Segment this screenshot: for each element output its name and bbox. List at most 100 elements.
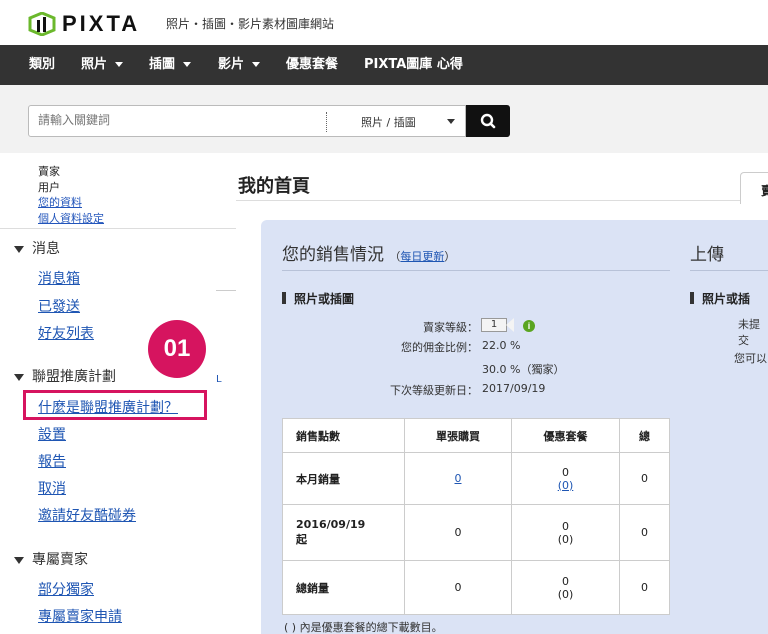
daily-update-link[interactable]: 每日更新 — [400, 250, 444, 263]
nav-illustrations[interactable]: 插圖 — [149, 45, 192, 85]
page-title: 我的首頁 — [238, 176, 310, 197]
sidebar-item-exclusive-apply[interactable]: 專屬賣家申請 — [38, 606, 122, 626]
table-row: 2016/09/19 起 0 0 (0) 0 — [282, 504, 670, 561]
chevron-down-icon — [252, 62, 261, 67]
triangle-down-icon — [14, 556, 24, 564]
logo-text: PIXTA — [62, 11, 141, 36]
search-button[interactable] — [466, 105, 510, 137]
single-cell: 0 — [404, 452, 512, 505]
col-header: 總 — [619, 418, 670, 453]
total-cell: 0 — [619, 560, 670, 615]
commission-value: 22.0 % — [482, 339, 521, 352]
chevron-down-icon — [183, 62, 192, 67]
nav-label: 優惠套餐 — [286, 57, 339, 72]
site-tagline: 照片・插圖・影片素材圖庫網站 — [166, 17, 335, 31]
nav-label: 影片 — [218, 57, 245, 72]
sidebar-item-partial-exclusive[interactable]: 部分獨家 — [38, 579, 94, 599]
tab-seller[interactable]: 賣 — [740, 172, 768, 204]
sales-table: 銷售點數 單張購買 優惠套餐 總 本月銷量 0 0 (0) 0 2016/09/1… — [282, 418, 670, 615]
nav-label: 照片 — [81, 57, 108, 72]
nav-label: 插圖 — [149, 57, 176, 72]
sales-title: 您的銷售情況 （每日更新） — [282, 240, 455, 265]
search-category-select[interactable]: 照片 / 插圖 — [361, 114, 416, 130]
col-header: 優惠套餐 — [511, 418, 620, 453]
highlight-frame — [23, 390, 207, 420]
update-note: （每日更新） — [389, 250, 455, 263]
pixta-logo[interactable]: PIXTA — [28, 11, 140, 37]
sales-divider — [282, 270, 670, 271]
upload-line-1: 未提交 — [738, 318, 760, 347]
upload-line-2: 您可以 — [734, 352, 767, 365]
pixta-logo-icon — [28, 12, 56, 36]
paren-open: （ — [389, 250, 401, 263]
sidebar-split — [216, 290, 236, 291]
row-label-sub: 起 — [296, 533, 307, 546]
sales-title-text: 您的銷售情況 — [282, 245, 384, 265]
single-count-link[interactable]: 0 — [455, 472, 462, 485]
search-divider — [326, 112, 327, 132]
edge-mark: L — [216, 374, 222, 385]
profile-link[interactable]: 您的資料 — [38, 194, 82, 210]
settings-link[interactable]: 個人資料設定 — [38, 210, 104, 226]
sidebar-item-friends[interactable]: 好友列表 — [38, 323, 94, 343]
nav-label: 類別 — [29, 57, 56, 72]
heading-bar — [282, 292, 286, 304]
level-label: 賣家等級： — [423, 321, 478, 334]
nav-categories[interactable]: 類別 — [29, 45, 55, 85]
info-icon[interactable]: i — [523, 320, 535, 332]
sidebar-item-affiliate-report[interactable]: 報告 — [38, 451, 66, 471]
table-header: 銷售點數 單張購買 優惠套餐 總 — [282, 418, 670, 453]
sidebar-item-invite-coupon[interactable]: 邀請好友酷碰券 — [38, 505, 136, 525]
nav-stories[interactable]: PIXTA圖庫 心得 — [364, 45, 463, 85]
section-affiliate[interactable]: 聯盟推廣計劃 — [14, 366, 116, 386]
row-label: 總銷量 — [282, 560, 405, 615]
col-header: 銷售點數 — [282, 418, 405, 453]
search-box: 照片 / 插圖 — [28, 105, 466, 137]
step-badge: 01 — [148, 320, 206, 378]
title-divider — [236, 200, 768, 201]
subheading-text: 照片或插圖 — [294, 292, 355, 306]
pack-count: 0 — [562, 465, 569, 479]
sidebar-item-inbox[interactable]: 消息箱 — [38, 268, 80, 288]
tab-label: 賣 — [761, 184, 768, 198]
pack-cell: 0 (0) — [511, 560, 620, 615]
triangle-down-icon — [14, 373, 24, 381]
section-messages[interactable]: 消息 — [14, 238, 60, 258]
triangle-down-icon — [14, 245, 24, 253]
pack-sub: (0) — [557, 587, 574, 601]
nav-videos[interactable]: 影片 — [218, 45, 261, 85]
next-update-label: 下次等級更新日： — [390, 384, 478, 397]
upload-title: 上傳 — [690, 245, 724, 265]
nav-photos[interactable]: 照片 — [81, 45, 124, 85]
pack-sub-link[interactable]: (0) — [512, 479, 619, 492]
subheading-text: 照片或插 — [702, 292, 751, 306]
next-update-value: 2017/09/19 — [482, 382, 546, 395]
section-title: 專屬賣家 — [32, 552, 88, 568]
sidebar-item-affiliate-settings[interactable]: 設置 — [38, 424, 66, 444]
sidebar-item-affiliate-cancel[interactable]: 取消 — [38, 478, 66, 498]
sales-subheading: 照片或插圖 — [282, 290, 354, 307]
sidebar-divider — [0, 228, 236, 229]
upload-divider — [690, 270, 768, 271]
row-label: 2016/09/19 起 — [282, 504, 405, 561]
search-icon — [480, 113, 496, 129]
chevron-down-icon — [115, 62, 124, 67]
nav-label: PIXTA圖庫 心得 — [364, 57, 463, 72]
nav-packages[interactable]: 優惠套餐 — [286, 45, 338, 85]
single-cell: 0 — [404, 560, 512, 615]
row-label: 本月銷量 — [282, 452, 405, 505]
search-input[interactable] — [38, 113, 318, 127]
site-header: PIXTA 照片・插圖・影片素材圖庫網站 — [0, 0, 768, 45]
col-header: 單張購買 — [404, 418, 512, 453]
section-exclusive[interactable]: 專屬賣家 — [14, 549, 88, 569]
upload-subheading: 照片或插 — [690, 290, 750, 307]
commission-label: 您的佣金比例： — [401, 341, 478, 354]
account-user: 用户 — [38, 181, 60, 194]
pack-cell: 0 (0) — [511, 452, 620, 505]
pack-sub: (0) — [557, 532, 574, 546]
sidebar-item-sent[interactable]: 已發送 — [38, 296, 80, 316]
main-nav: 類別 照片 插圖 影片 優惠套餐 PIXTA圖庫 心得 — [0, 45, 768, 85]
search-area: 照片 / 插圖 — [0, 85, 768, 153]
exclusive-commission-value: 30.0 %（獨家） — [482, 363, 565, 376]
chevron-down-icon[interactable] — [447, 119, 455, 124]
